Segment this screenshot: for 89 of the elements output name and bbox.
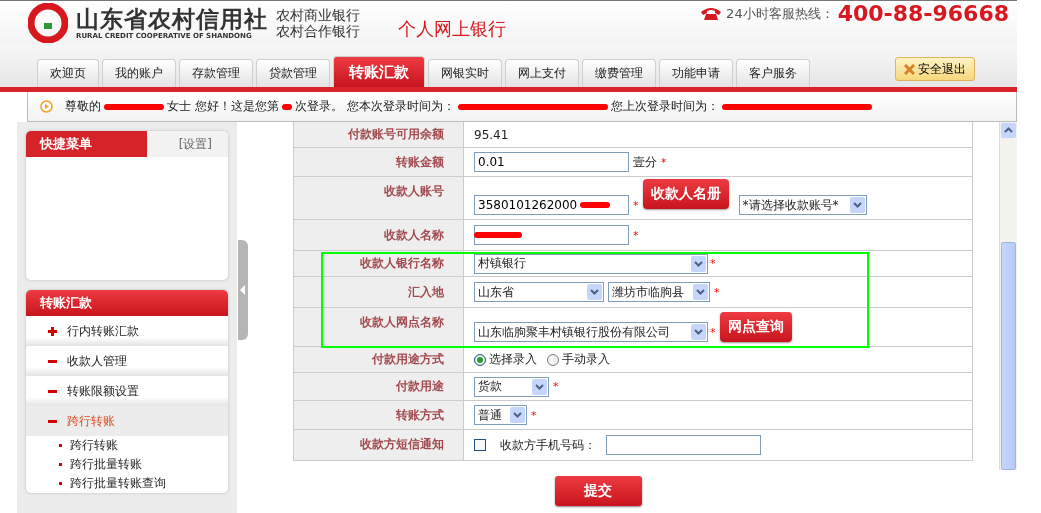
- account-select[interactable]: *请选择收款账号*: [738, 195, 867, 215]
- nav-tab[interactable]: 网上支付: [505, 59, 579, 87]
- settings-link[interactable]: [设置]: [178, 135, 228, 153]
- nav-tab[interactable]: 客户服务: [736, 59, 810, 87]
- play-icon: [40, 100, 53, 113]
- hotline-label: 24小时客服热线：: [726, 4, 834, 23]
- required-mark: *: [633, 228, 639, 242]
- welcome-text: 尊敬的: [65, 98, 101, 115]
- submit-button[interactable]: 提交: [554, 476, 642, 506]
- field-label: 收款方短信通知: [360, 436, 444, 453]
- caret-icon: [587, 284, 602, 300]
- field-label: 收款人账号: [384, 183, 444, 200]
- branch-search-button[interactable]: 网点查询: [719, 312, 792, 342]
- bank-type-label: 农村商业银行: [276, 7, 360, 23]
- panel-title: 转账汇款: [39, 294, 92, 312]
- field-label: 收款方手机号码：: [500, 436, 596, 454]
- field-label: 付款用途: [396, 378, 444, 395]
- product-title: 个人网上银行: [398, 17, 506, 41]
- field-label: 收款人银行名称: [360, 255, 444, 272]
- redaction-mark: [580, 202, 610, 208]
- welcome-text: 您上次登录时间为：: [610, 98, 719, 115]
- collapse-arrow-icon: [240, 285, 246, 295]
- text-field[interactable]: 0.01: [474, 152, 629, 172]
- city-select[interactable]: 潍坊市临朐县: [608, 282, 710, 302]
- select-field[interactable]: 货款: [474, 376, 549, 397]
- welcome-text: 次登录。 您本次登录时间为：: [294, 98, 455, 115]
- required-mark: *: [710, 257, 716, 270]
- field-label: 收款人网点名称: [360, 314, 444, 331]
- submenu-item[interactable]: 跨行批量转账: [26, 455, 228, 474]
- balance-value: 95.41: [474, 127, 509, 142]
- field-label: 汇入地: [408, 283, 444, 301]
- redaction-mark: [104, 103, 164, 110]
- required-mark: *: [633, 198, 639, 212]
- phone-field[interactable]: [606, 435, 761, 455]
- menu-item[interactable]: 收款人管理: [26, 346, 228, 376]
- caret-icon: [510, 407, 525, 423]
- scrollbar[interactable]: [999, 122, 1017, 470]
- field-label: 付款账号可用余额: [348, 126, 444, 143]
- nav-tab[interactable]: 网银实时: [428, 59, 502, 87]
- close-icon: [904, 63, 915, 75]
- province-select[interactable]: 山东省: [474, 282, 604, 302]
- payee-list-button[interactable]: 收款人名册: [642, 179, 729, 209]
- field-label: 收款人名称: [384, 226, 444, 244]
- collapse-handle[interactable]: [238, 240, 248, 340]
- nav-tab[interactable]: 转账汇款: [333, 56, 425, 87]
- scroll-up-icon[interactable]: [1001, 123, 1016, 138]
- welcome-text: 女士 您好！这是您第: [167, 98, 279, 115]
- text-field[interactable]: 3580101262000: [474, 195, 629, 215]
- phone-icon: [700, 6, 723, 21]
- redaction-mark: [281, 103, 292, 110]
- checkbox[interactable]: [474, 439, 486, 451]
- nav-tab[interactable]: 存款管理: [179, 59, 253, 87]
- field-label: 付款用途方式: [372, 351, 444, 368]
- logo-icon: [28, 3, 68, 43]
- menu-item[interactable]: 转账限额设置: [26, 376, 228, 406]
- radio-option[interactable]: 手动录入: [547, 351, 610, 368]
- logout-button[interactable]: 安全退出: [895, 57, 975, 81]
- submenu-item[interactable]: 跨行批量转账查询: [26, 474, 228, 493]
- menu-item[interactable]: 跨行转账: [26, 406, 228, 436]
- field-label: 转账金额: [396, 153, 444, 171]
- redaction-mark: [474, 232, 522, 238]
- panel-title: 快捷菜单: [38, 135, 92, 153]
- field-label: 转账方式: [396, 406, 444, 424]
- required-mark: *: [710, 325, 716, 339]
- required-mark: *: [661, 155, 667, 169]
- caret-icon: [693, 284, 708, 300]
- radio-option[interactable]: 选择录入: [474, 351, 537, 368]
- bank-type-label: 农村合作银行: [276, 23, 360, 39]
- caret-icon: [849, 197, 865, 213]
- nav-tab[interactable]: 我的账户: [102, 59, 176, 87]
- required-mark: *: [553, 380, 559, 393]
- select-field[interactable]: 山东临朐聚丰村镇银行股份有限公司: [474, 322, 708, 342]
- caret-icon: [691, 255, 706, 272]
- nav-tab[interactable]: 缴费管理: [582, 59, 656, 87]
- submenu-item[interactable]: 跨行转账: [26, 436, 228, 455]
- caret-icon: [532, 378, 547, 395]
- required-mark: *: [531, 408, 537, 422]
- select-field[interactable]: 村镇银行: [474, 253, 708, 274]
- nav-tab[interactable]: 功能申请: [659, 59, 733, 87]
- menu-item[interactable]: 行内转账汇款: [26, 316, 228, 346]
- select-field[interactable]: 普通: [474, 405, 527, 425]
- caret-icon: [691, 324, 706, 340]
- nav-tab[interactable]: 贷款管理: [256, 59, 330, 87]
- hotline-number: 400-88-96668: [837, 1, 1009, 26]
- logo-title: 山东省农村信用社: [76, 6, 268, 32]
- amount-words: 壹分: [633, 153, 657, 171]
- required-mark: *: [714, 285, 720, 299]
- nav-tab[interactable]: 欢迎页: [37, 59, 99, 87]
- text-field[interactable]: [474, 225, 629, 245]
